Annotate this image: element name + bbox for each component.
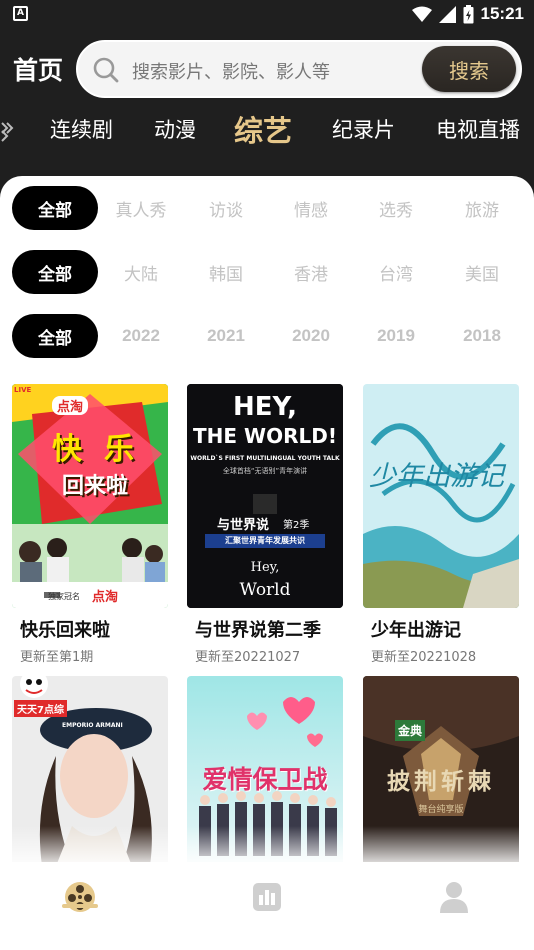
bottom-navigation — [0, 862, 534, 950]
poster-brand: 点淘 — [52, 396, 89, 415]
search-bar[interactable]: 搜索影片、影院、影人等 搜索 — [76, 40, 522, 98]
card-subtitle: 更新至第1期 — [20, 650, 94, 665]
filter-row-region: 全部 大陆 韩国 香港 台湾 美国 — [0, 250, 534, 296]
app-notification-icon: A — [13, 6, 28, 21]
signal-icon — [438, 5, 456, 23]
filter-year-2021[interactable]: 2021 — [183, 314, 269, 358]
poster-line-6: 汇聚世界青年发展共识 — [225, 536, 305, 545]
show-card[interactable]: LIVE 点淘 快 乐 回来啦 独家冠名 点淘 快乐回来啦 更新至第1期 — [12, 384, 168, 669]
category-tabs: 连续剧 动漫 综艺 纪录片 电视直播 — [0, 100, 534, 160]
filter-row-year: 全部 2022 2021 2020 2019 2018 — [0, 314, 534, 360]
filter-year-2022[interactable]: 2022 — [98, 314, 184, 358]
battery-icon — [463, 4, 474, 23]
show-card[interactable]: 少年出游记 少年出游记 更新至20221028 — [363, 384, 519, 669]
poster-title-3: 回来啦 — [62, 474, 129, 499]
tab-variety[interactable]: 综艺 — [234, 108, 292, 150]
filter-region-all[interactable]: 全部 — [12, 250, 98, 294]
card-subtitle: 更新至20221028 — [371, 650, 477, 665]
poster-live-tag: LIVE — [14, 386, 32, 394]
filter-region-usa[interactable]: 美国 — [439, 250, 525, 294]
poster-line-3: WORLD`S FIRST MULTILINGUAL YOUTH TALK — [190, 455, 340, 462]
poster-footer: 独家冠名 — [48, 592, 80, 601]
tab-documentary[interactable]: 纪录片 — [332, 114, 395, 144]
poster-line-8: World — [239, 580, 291, 600]
filter-region-taiwan[interactable]: 台湾 — [353, 250, 439, 294]
poster-subtitle: 舞台纯享版 — [418, 805, 464, 815]
page-title: 首页 — [13, 56, 64, 85]
profile-icon — [440, 882, 468, 913]
filter-year-2020[interactable]: 2020 — [268, 314, 354, 358]
poster-line-5: 与世界说 — [217, 518, 270, 533]
poster-line-1: HEY, — [233, 392, 297, 422]
poster-badge: 金典 — [395, 720, 426, 741]
tab-anime[interactable]: 动漫 — [154, 114, 196, 144]
poster-footer-brand: 点淘 — [92, 590, 119, 605]
poster-calligraphy: 少年出游记 — [369, 461, 504, 492]
filter-type-all[interactable]: 全部 — [12, 186, 98, 230]
poster-title: 披荆斩棘 — [387, 769, 495, 795]
film-reel-icon — [65, 882, 95, 912]
card-title: 少年出游记 — [371, 620, 461, 641]
nav-charts[interactable] — [242, 872, 292, 922]
poster-line-5b: 第2季 — [283, 520, 310, 531]
poster-tag: 天天7点综 — [14, 700, 67, 717]
card-title: 快乐回来啦 — [20, 620, 110, 641]
tab-tv-live[interactable]: 电视直播 — [436, 114, 520, 144]
search-icon — [93, 57, 119, 83]
status-icons: 15:21 — [411, 3, 524, 25]
poster-brand-text: EMPORIO ARMANI — [62, 722, 123, 729]
nav-profile[interactable] — [429, 872, 479, 922]
poster-title: 爱情保卫战 — [202, 765, 328, 794]
status-time: 15:21 — [480, 4, 524, 23]
filter-year-all[interactable]: 全部 — [12, 314, 98, 358]
card-subtitle: 更新至20221027 — [195, 650, 301, 665]
header: 首页 搜索影片、影院、影人等 搜索 — [0, 40, 534, 98]
partial-category-icon — [1, 122, 14, 142]
poster-line-2: THE WORLD! — [193, 424, 337, 448]
filter-type-travel[interactable]: 旅游 — [439, 186, 525, 230]
search-button[interactable]: 搜索 — [422, 46, 516, 92]
nav-active-indicator — [62, 904, 98, 908]
poster-image[interactable]: LIVE 点淘 快 乐 回来啦 独家冠名 点淘 — [12, 384, 168, 608]
poster-title-1: 快 — [52, 432, 82, 467]
filter-type-reality[interactable]: 真人秀 — [98, 186, 184, 230]
status-bar: A 15:21 — [0, 0, 534, 28]
filter-type-talent[interactable]: 选秀 — [353, 186, 439, 230]
content-panel: 全部 真人秀 访谈 情感 选秀 旅游 全部 大陆 韩国 香港 台湾 美国 全部 … — [0, 176, 534, 950]
show-card[interactable]: HEY, THE WORLD! WORLD`S FIRST MULTILINGU… — [187, 384, 343, 669]
filter-type-talk[interactable]: 访谈 — [183, 186, 269, 230]
filter-region-mainland[interactable]: 大陆 — [98, 250, 184, 294]
tab-series[interactable]: 连续剧 — [50, 114, 113, 144]
filter-region-hongkong[interactable]: 香港 — [268, 250, 354, 294]
filter-row-type: 全部 真人秀 访谈 情感 选秀 旅游 — [0, 186, 534, 232]
poster-image[interactable]: HEY, THE WORLD! WORLD`S FIRST MULTILINGU… — [187, 384, 343, 608]
filter-year-2019[interactable]: 2019 — [353, 314, 439, 358]
poster-line-7: Hey, — [250, 560, 280, 575]
chart-icon — [253, 883, 281, 911]
nav-home[interactable] — [55, 872, 105, 922]
card-title: 与世界说第二季 — [195, 620, 321, 641]
filter-type-emotion[interactable]: 情感 — [268, 186, 354, 230]
poster-image[interactable]: 少年出游记 — [363, 384, 519, 608]
poster-art — [363, 384, 519, 608]
poster-line-4: 全球首档“无语别”青年演讲 — [222, 467, 308, 475]
filter-year-2018[interactable]: 2018 — [439, 314, 525, 358]
wifi-icon — [411, 6, 432, 22]
poster-title-2: 乐 — [104, 432, 134, 467]
search-input[interactable]: 搜索影片、影院、影人等 — [132, 58, 330, 84]
filter-region-korea[interactable]: 韩国 — [183, 250, 269, 294]
